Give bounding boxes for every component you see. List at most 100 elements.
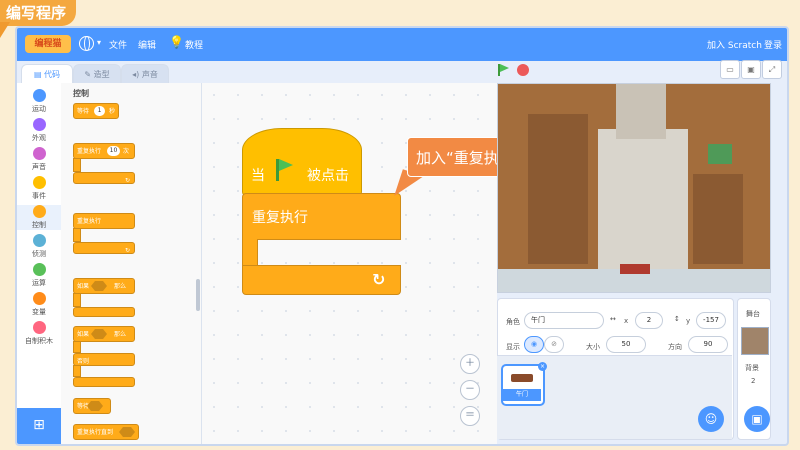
run-green-flag-cloth[interactable] <box>500 64 509 72</box>
category-label: 控制 <box>32 221 46 229</box>
y-arrows-icon: ↕ <box>674 315 680 323</box>
category-dot-icon <box>32 321 46 334</box>
else-arm <box>73 365 81 377</box>
category-2[interactable]: 声音 <box>17 147 61 172</box>
category-dot-icon <box>32 205 46 218</box>
show-eye-icon[interactable]: ◉ <box>524 336 544 353</box>
category-dot-icon <box>32 176 46 189</box>
category-label: 事件 <box>32 192 46 200</box>
if-else-arm <box>73 341 81 353</box>
lightbulb-icon[interactable]: 💡 <box>169 35 184 49</box>
editor-tabs: ▤ 代码 ✎ 造型 ◂) 声音 <box>17 61 497 84</box>
add-extension-button[interactable]: ⊞ <box>17 408 61 444</box>
category-7[interactable]: 变量 <box>17 292 61 317</box>
sprite-name-field[interactable]: 午门 <box>524 312 604 329</box>
add-sprite-cat-icon[interactable]: ☺ <box>698 406 724 432</box>
sprite-thumbnail-label: 午门 <box>503 389 541 401</box>
y-field[interactable]: -157 <box>696 312 726 329</box>
small-stage-icon[interactable]: ▭ <box>720 60 740 79</box>
menu-file[interactable]: 文件 <box>109 38 127 51</box>
slide-corner-decoration <box>0 22 10 38</box>
x-arrows-icon: ↔ <box>610 315 616 323</box>
zoom-out-icon[interactable]: － <box>460 380 480 400</box>
stage-canvas[interactable] <box>497 83 771 293</box>
extension-icon: ⊞ <box>33 417 45 433</box>
wait-unit: 秒 <box>109 108 116 115</box>
palette-scrollbar[interactable] <box>196 279 200 311</box>
repeat-unit: 次 <box>123 148 130 155</box>
stage-pane-title: 舞台 <box>746 310 760 318</box>
category-label: 侦测 <box>32 250 46 258</box>
size-field[interactable]: 50 <box>606 336 646 353</box>
category-label: 外观 <box>32 134 46 142</box>
else-label-block: 否则 <box>73 353 135 366</box>
category-label: 声音 <box>32 163 46 171</box>
repeat-c-arm <box>73 158 81 172</box>
tab-sounds[interactable]: ◂) 声音 <box>121 64 169 84</box>
join-scratch-link[interactable]: 加入 Scratch <box>707 38 762 51</box>
category-label: 自制积木 <box>25 337 53 345</box>
loop-arrow-icon: ↻ <box>372 270 386 289</box>
palette-heading: 控制 <box>73 89 89 98</box>
forever-block-label: 重复执行 <box>252 210 308 226</box>
category-sidebar: 运动外观声音事件控制侦测运算变量自制积木 ⊞ <box>17 83 62 444</box>
green-flag-cloth <box>279 159 293 171</box>
category-label: 运算 <box>32 279 46 287</box>
speaker-icon: ◂) <box>132 70 142 79</box>
forbidden-city-map-image <box>498 84 770 292</box>
category-dot-icon <box>32 89 46 102</box>
large-stage-icon[interactable]: ▣ <box>741 60 761 79</box>
when-flag-clicked-block[interactable]: 当 被点击 <box>242 128 362 196</box>
x-field[interactable]: 2 <box>635 312 663 329</box>
if-c-arm <box>73 293 81 307</box>
sprite-thumbnail-image <box>511 374 533 382</box>
loop-arrow-icon: ↻ <box>124 177 130 184</box>
menubar: 编程猫 ▾ 文件 编辑 💡 教程 加入 Scratch 登录 <box>17 28 787 61</box>
tab-code[interactable]: ▤ 代码 <box>21 64 73 84</box>
code-icon: ▤ <box>33 70 45 79</box>
category-label: 运动 <box>32 105 46 113</box>
category-8[interactable]: 自制积木 <box>17 321 61 346</box>
forever-c-arm <box>73 228 81 242</box>
wait-input[interactable]: 1 <box>94 106 105 116</box>
hide-eye-icon[interactable]: ⊘ <box>544 336 564 353</box>
category-0[interactable]: 运动 <box>17 89 61 114</box>
direction-field[interactable]: 90 <box>688 336 728 353</box>
backdrop-thumbnail <box>741 327 769 355</box>
repeat-c-foot: ↻ <box>73 172 135 184</box>
language-globe-icon[interactable] <box>79 36 94 51</box>
category-3[interactable]: 事件 <box>17 176 61 201</box>
category-dot-icon <box>32 147 46 160</box>
zoom-reset-icon[interactable]: ＝ <box>460 406 480 426</box>
sign-in-link[interactable]: 登录 <box>764 38 782 51</box>
add-backdrop-icon[interactable]: ▣ <box>744 406 770 432</box>
brush-icon: ✎ <box>84 70 94 79</box>
backdrop-count: 2 <box>751 377 756 385</box>
category-label: 变量 <box>32 308 46 316</box>
category-4[interactable]: 控制 <box>17 205 61 230</box>
category-dot-icon <box>32 234 46 247</box>
palette-block-forever[interactable]: 重复执行 <box>73 213 135 229</box>
forever-c-foot: ↻ <box>73 242 135 254</box>
repeat-count-input[interactable]: 10 <box>107 146 120 156</box>
tab-costumes[interactable]: ✎ 造型 <box>73 64 121 84</box>
category-6[interactable]: 运算 <box>17 263 61 288</box>
loop-arrow-icon: ↻ <box>124 247 130 254</box>
app-logo[interactable]: 编程猫 <box>25 35 71 53</box>
if-else-foot <box>73 377 135 387</box>
block-palette: 控制 等待 1 秒 重复执行 10 次 ↻ 重复执行 ↻ 如果 那么 如果 那么 <box>61 83 202 444</box>
category-1[interactable]: 外观 <box>17 118 61 143</box>
category-5[interactable]: 侦测 <box>17 234 61 259</box>
stop-icon[interactable] <box>517 64 529 76</box>
category-dot-icon <box>32 118 46 131</box>
chevron-down-icon[interactable]: ▾ <box>97 38 101 47</box>
delete-sprite-icon[interactable]: × <box>538 362 547 371</box>
zoom-in-icon[interactable]: ＋ <box>460 354 480 374</box>
slide-title: 编写程序 <box>0 0 77 26</box>
menu-edit[interactable]: 编辑 <box>138 38 156 51</box>
forever-block-arm <box>242 239 258 266</box>
category-dot-icon <box>32 263 46 276</box>
fullscreen-icon[interactable]: ⤢ <box>762 60 782 79</box>
menu-tutorials[interactable]: 教程 <box>185 38 203 51</box>
category-dot-icon <box>32 292 46 305</box>
